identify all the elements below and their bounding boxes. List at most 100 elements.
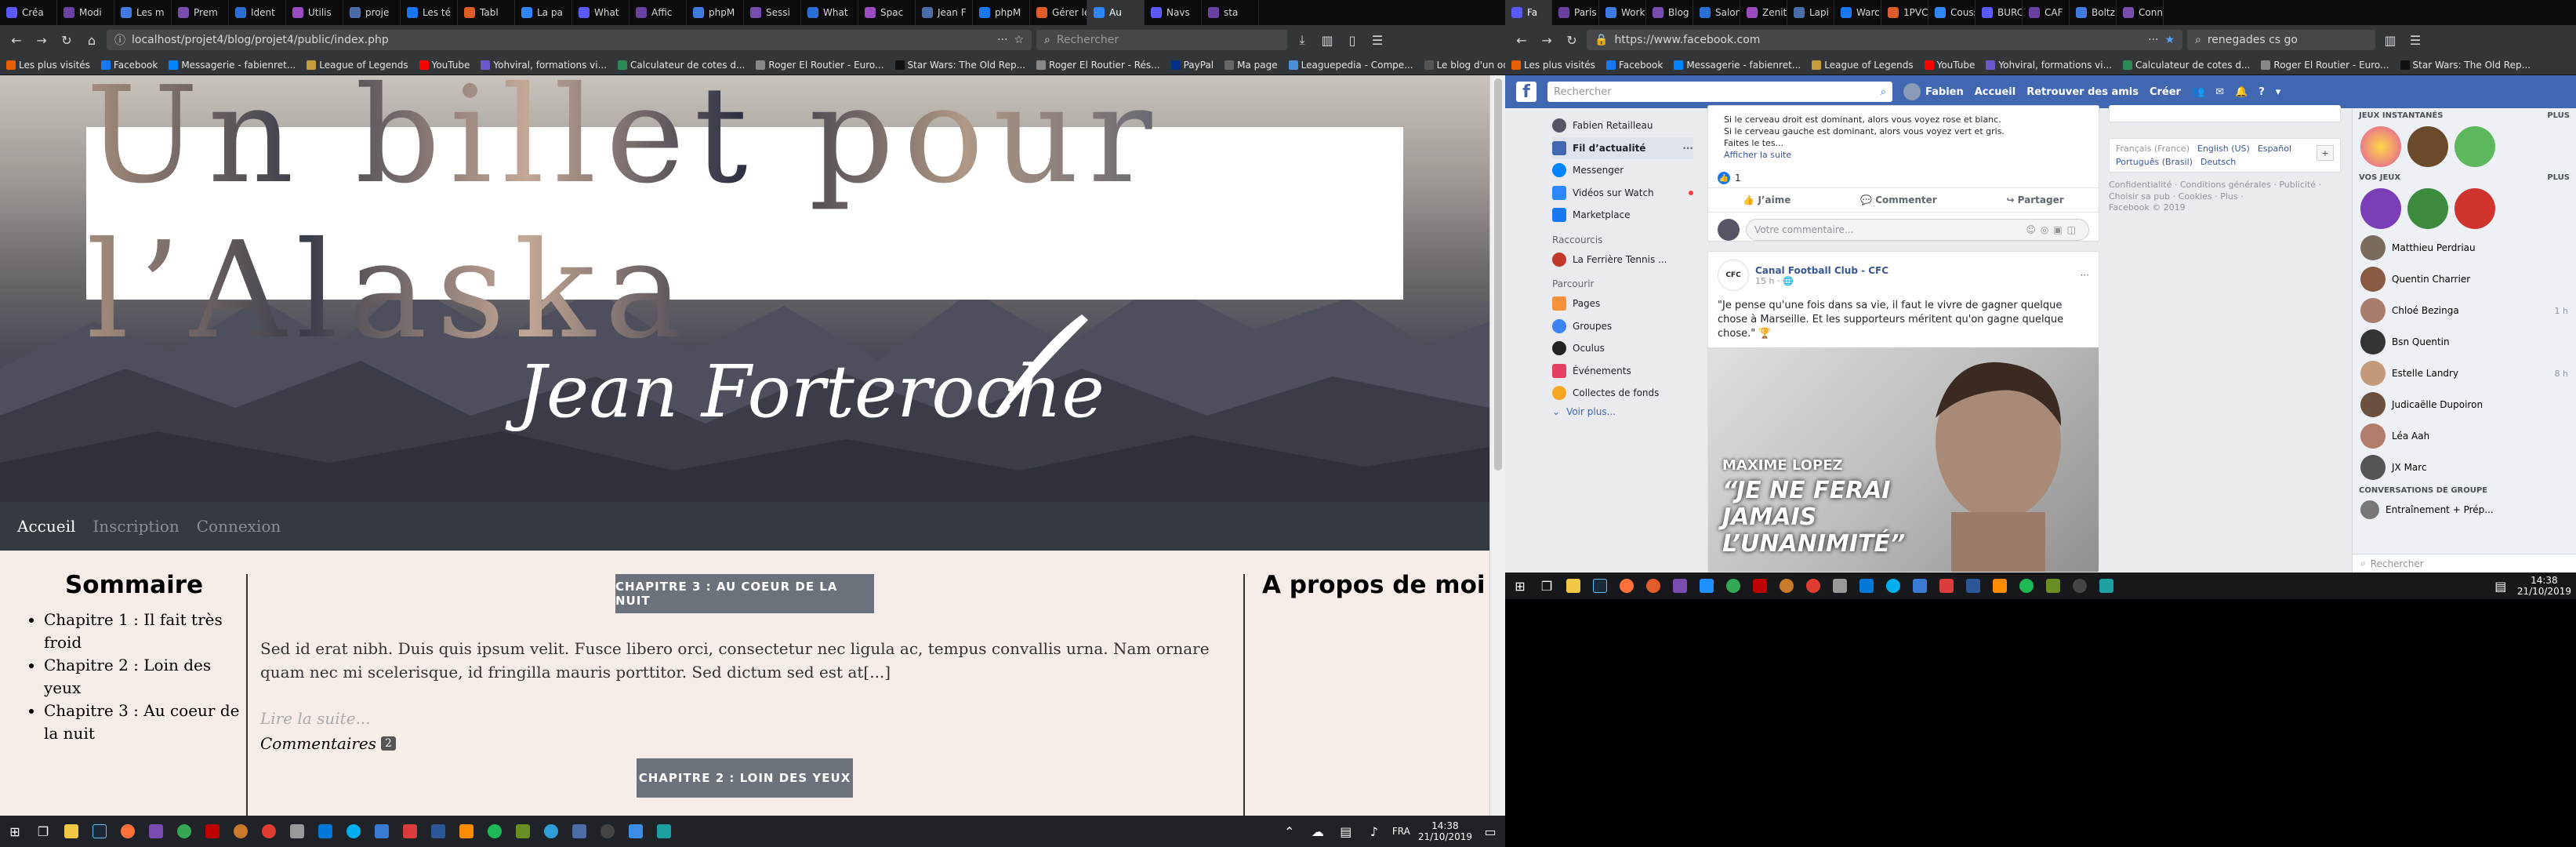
bookmark-item[interactable]: Messagerie - fabienret... (169, 60, 296, 71)
windows-start-icon[interactable]: ⊞ (1510, 576, 1530, 596)
reactions-row[interactable]: 👍 1 (1708, 169, 2099, 188)
language-option[interactable]: English (US) (2197, 144, 2250, 154)
post-image[interactable]: MAXIME LOPEZ “JE NE FERAI JAMAIS L’UNANI… (1708, 347, 2099, 572)
nav-inscription[interactable]: Inscription (93, 517, 179, 536)
bookmark-item[interactable]: Messagerie - fabienret... (1674, 60, 1801, 71)
game-icon[interactable] (2454, 126, 2495, 167)
app-icon[interactable] (2096, 576, 2117, 596)
filezilla-icon[interactable] (1750, 576, 1770, 596)
app-icon[interactable] (626, 821, 646, 842)
sidebar-item-fundraisers[interactable]: Collectes de fonds (1552, 382, 1693, 405)
game-icon[interactable] (2407, 188, 2448, 229)
menu-icon[interactable]: ☰ (1367, 30, 1388, 50)
app-icon[interactable] (456, 821, 477, 842)
firefox-icon[interactable] (118, 821, 138, 842)
notifications-bell-icon[interactable]: 🔔 (2235, 86, 2248, 98)
more-actions-icon[interactable]: ··· (2148, 34, 2158, 46)
bookmark-item[interactable]: Roger El Routier - Euro... (2261, 60, 2389, 71)
browser-tab[interactable]: proje (343, 0, 401, 25)
browser-tab[interactable]: Modi (57, 0, 114, 25)
sidebar-item-news-feed[interactable]: Fil d’actualité ··· (1552, 136, 1693, 159)
friend-requests-icon[interactable]: 👥 (2192, 86, 2204, 98)
taskbar-clock[interactable]: 14:38 21/10/2019 (2517, 575, 2571, 597)
bookmark-item[interactable]: Facebook (100, 60, 158, 71)
volume-icon[interactable]: ♪ (1364, 821, 1384, 842)
language-option[interactable]: Español (2258, 144, 2291, 154)
browser-tab[interactable]: What (801, 0, 858, 25)
fb-nav-home[interactable]: Accueil (1975, 86, 2015, 98)
bookmark-item[interactable]: PayPal (1170, 60, 1214, 71)
browser-tab[interactable]: phpM (973, 0, 1030, 25)
chrome-icon[interactable] (1723, 576, 1743, 596)
messenger-icon[interactable]: ✉ (2215, 86, 2224, 98)
app-icon[interactable] (2016, 576, 2037, 596)
app-icon[interactable] (569, 821, 590, 842)
fb-profile-link[interactable]: Fabien (1903, 83, 1964, 100)
network-icon[interactable]: ▤ (2491, 576, 2511, 596)
sidebar-item-profile[interactable]: Fabien Retailleau (1552, 115, 1693, 137)
emoji-camera-gif-sticker-icons[interactable]: ☺◎▣◫ (2026, 224, 2081, 235)
sidebar-item-pages[interactable]: Pages (1552, 293, 1693, 315)
app-icon[interactable] (541, 821, 561, 842)
browser-tab[interactable]: Navs (1145, 0, 1202, 25)
chat-contact[interactable]: Judicaëlle Dupoiron (2353, 389, 2576, 420)
app-icon[interactable] (654, 821, 674, 842)
scrollbar-thumb[interactable] (1494, 78, 1502, 471)
browser-tab[interactable]: Warc (1834, 0, 1881, 25)
browser-tab[interactable]: Blog (1646, 0, 1693, 25)
taskbar-clock[interactable]: 14:38 21/10/2019 (1418, 820, 1472, 842)
app-icon[interactable] (1670, 576, 1690, 596)
app-icon[interactable] (597, 821, 618, 842)
read-more-link[interactable]: Lire la suite... (260, 709, 371, 728)
sidebar-item-messenger[interactable]: Messenger (1552, 159, 1693, 182)
chat-contact[interactable]: Quentin Charrier (2353, 264, 2576, 295)
task-view-icon[interactable]: ❐ (1537, 576, 1557, 596)
nav-accueil[interactable]: Accueil (17, 517, 75, 536)
games-more-link[interactable]: PLUS (2547, 111, 2570, 120)
bookmark-item[interactable]: Le blog d'un odieux c... (1424, 60, 1505, 71)
bookmark-star-icon[interactable]: ☆ (1014, 34, 1024, 46)
bookmark-item[interactable]: Calculateur de cotes d... (2123, 60, 2250, 71)
left-tab-strip[interactable]: Créa Modi Les m Prem Ident Utilis proje Les té T… (0, 0, 1505, 25)
language-option[interactable]: Português (Brasil) (2116, 157, 2193, 167)
chapter-link[interactable]: Chapitre 3 : Au coeur de la nuit (44, 700, 240, 745)
sidebar-item-watch[interactable]: Vidéos sur Watch (1552, 182, 1693, 205)
see-more-link[interactable]: ⌄ Voir plus... (1552, 405, 1693, 419)
browser-tab[interactable]: Prem (172, 0, 229, 25)
menu-icon[interactable]: ☰ (2405, 30, 2425, 50)
comments-link[interactable]: Commentaires 2 (260, 734, 396, 753)
bookmark-item[interactable]: Les plus visités (1511, 60, 1595, 71)
chrome-icon[interactable] (174, 821, 194, 842)
browser-tab[interactable]: Boltz (2070, 0, 2117, 25)
browser-tab[interactable]: La pa (515, 0, 572, 25)
chat-contact[interactable]: Léa Aah (2353, 420, 2576, 452)
firefox-icon[interactable] (1616, 576, 1637, 596)
browser-tab[interactable]: Gérer les ... (1030, 0, 1087, 25)
bookmark-item[interactable]: League of Legends (1812, 60, 1914, 71)
page-logo-icon[interactable]: CFC (1718, 260, 1749, 291)
game-icon[interactable] (2454, 188, 2495, 229)
browser-tab[interactable]: Les m (114, 0, 172, 25)
facebook-logo-icon[interactable]: f (1516, 82, 1537, 102)
task-view-icon[interactable]: ❐ (33, 821, 53, 842)
fb-footer-links[interactable]: Confidentialité · Conditions générales ·… (2109, 179, 2341, 202)
file-explorer-icon[interactable] (61, 821, 82, 842)
bookmark-item[interactable]: Les plus visités (6, 60, 90, 71)
bookmark-item[interactable]: YouTube (419, 60, 470, 71)
downloads-icon[interactable]: ⤓ (1292, 30, 1312, 50)
browser-tab[interactable]: Work (1599, 0, 1646, 25)
chat-contact[interactable]: Estelle Landry 8 h (2353, 358, 2576, 389)
chapter-3-button[interactable]: CHAPITRE 3 : AU COEUR DE LA NUIT (615, 574, 874, 613)
right-tab-strip[interactable]: Fa Paris Work Blog Salon Zenit Lapi Warc 1PVC Cou… (1505, 0, 2576, 25)
app-icon[interactable] (2070, 576, 2090, 596)
sidebar-item-groups[interactable]: Groupes (1552, 315, 1693, 338)
back-icon[interactable]: ← (1511, 30, 1532, 50)
group-conversation[interactable]: Entraînement + Prép... (2353, 498, 2576, 522)
your-games-more-link[interactable]: PLUS (2547, 173, 2570, 182)
bookmark-item[interactable]: Calculateur de cotes d... (618, 60, 745, 71)
cloud-icon[interactable]: ☁ (1308, 821, 1328, 842)
browser-tab[interactable]: Salon (1693, 0, 1740, 25)
bookmark-star-icon[interactable]: ★ (2164, 34, 2175, 46)
browser-tab[interactable]: Couss (1928, 0, 1976, 25)
bookmark-item[interactable]: Yohviral, formations vi... (481, 60, 607, 71)
